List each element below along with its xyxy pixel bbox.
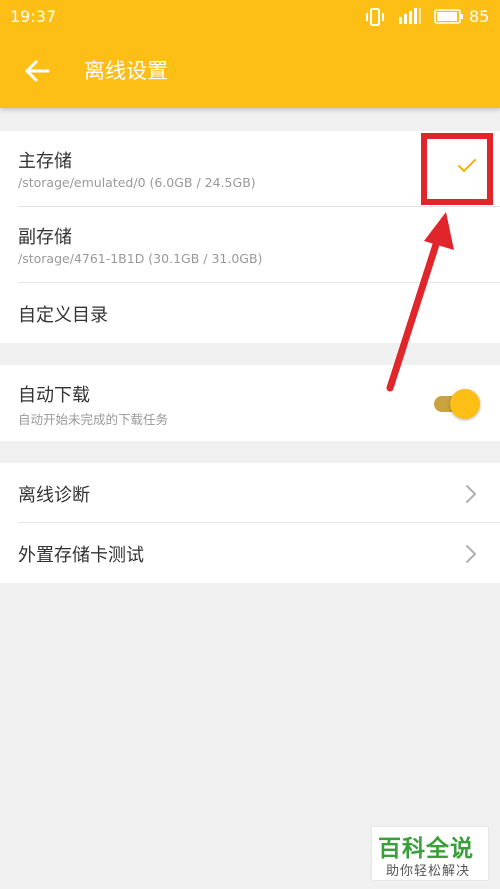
primary-storage-path: /storage/emulated/0 (6.0GB / 24.5GB): [18, 175, 256, 190]
annotation-highlight-box: [421, 133, 493, 205]
watermark-sub: 助你轻松解决: [386, 864, 471, 879]
custom-directory-title: 自定义目录: [18, 305, 108, 326]
back-button[interactable]: [14, 48, 60, 94]
secondary-storage-path: /storage/4761-1B1D (30.1GB / 31.0GB): [18, 251, 263, 266]
sdcard-test-title: 外置存储卡测试: [18, 545, 144, 566]
app-bar: 19:37 85 离线设置: [0, 0, 500, 108]
battery-percent: 85: [469, 7, 490, 26]
watermark-main: 百科全说: [378, 836, 474, 862]
auto-download-subtitle: 自动开始未完成的下载任务: [18, 412, 169, 427]
status-bar: 19:37 85: [0, 0, 500, 34]
arrow-left-icon: [25, 60, 50, 82]
offline-diagnose-row[interactable]: 离线诊断: [0, 463, 500, 523]
annotation-arrow: [386, 212, 454, 392]
chevron-right-icon: [466, 545, 476, 563]
signal-icon: [399, 8, 421, 24]
auto-download-title: 自动下载: [18, 385, 90, 406]
status-time: 19:37: [10, 7, 57, 26]
chevron-right-icon: [466, 485, 476, 503]
battery-icon: [434, 9, 463, 24]
primary-storage-title: 主存储: [18, 151, 72, 172]
sdcard-test-row[interactable]: 外置存储卡测试: [0, 523, 500, 583]
page-title: 离线设置: [84, 59, 168, 83]
watermark: 百科全说 助你轻松解决: [371, 826, 489, 881]
vibrate-icon: [366, 8, 384, 26]
tools-group: 离线诊断 外置存储卡测试: [0, 463, 500, 583]
secondary-storage-title: 副存储: [18, 227, 72, 248]
offline-diagnose-title: 离线诊断: [18, 485, 90, 506]
